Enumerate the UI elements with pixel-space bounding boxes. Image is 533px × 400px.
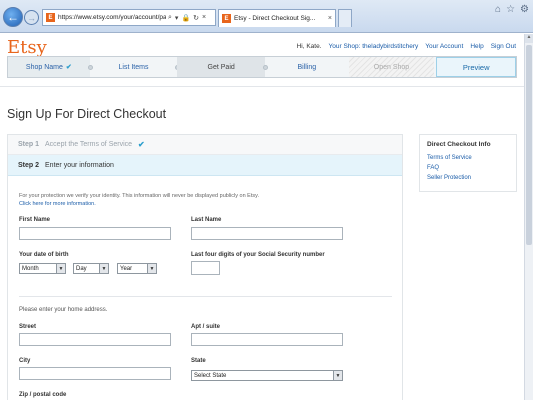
step-label: Shop Name xyxy=(25,63,63,71)
state-label: State xyxy=(191,358,206,364)
sign-out-link[interactable]: Sign Out xyxy=(491,43,516,50)
browser-toolbar: ← → E https://www.etsy.com/your/account/… xyxy=(0,0,533,33)
more-info-link[interactable]: Click here for more information. xyxy=(19,200,259,208)
settings-gear-icon[interactable]: ⚙ xyxy=(520,4,529,15)
city-field[interactable] xyxy=(19,367,171,380)
step-billing[interactable]: Billing xyxy=(265,57,349,77)
year-value: Year xyxy=(120,265,133,272)
year-select[interactable]: Year ▼ xyxy=(117,263,157,274)
your-shop-link[interactable]: Your Shop: theladybirdstitchery xyxy=(329,43,419,50)
state-value: Select State xyxy=(194,372,227,379)
street-field[interactable] xyxy=(19,333,171,346)
step-shop-name[interactable]: Shop Name ✔ xyxy=(8,57,93,77)
url-text: https://www.etsy.com/your/account/paymen… xyxy=(58,14,166,21)
step2-text: Enter your information xyxy=(45,161,114,169)
first-name-field[interactable] xyxy=(19,227,171,240)
section-divider xyxy=(19,296,392,297)
scroll-up-arrow-icon[interactable]: ▲ xyxy=(525,34,533,43)
stop-icon[interactable]: × xyxy=(202,14,206,22)
identity-note: For your protection we verify your ident… xyxy=(19,192,259,208)
chevron-down-icon: ▼ xyxy=(99,264,108,273)
lock-icon[interactable]: 🔒 xyxy=(181,14,190,22)
apt-field[interactable] xyxy=(191,333,343,346)
your-account-link[interactable]: Your Account xyxy=(425,43,463,50)
preview-button[interactable]: Preview xyxy=(436,57,516,77)
back-arrow-icon[interactable]: ← xyxy=(3,7,23,27)
home-icon[interactable]: ⌂ xyxy=(495,4,501,15)
step-list-items[interactable]: List Items xyxy=(90,57,181,77)
shop-setup-progress: Shop Name ✔ List Items Get Paid Billing … xyxy=(7,56,517,78)
form-step-2: Step 2 Enter your information xyxy=(8,155,402,176)
tab-title: Etsy - Direct Checkout Sig... xyxy=(234,15,316,22)
signup-form: Step 1 Accept the Terms of Service ✔ Ste… xyxy=(7,134,403,400)
identity-note-text: For your protection we verify your ident… xyxy=(19,193,259,199)
search-icon[interactable]: ⌕ xyxy=(168,14,172,22)
step-get-paid[interactable]: Get Paid xyxy=(177,57,268,77)
address-note: Please enter your home address. xyxy=(19,307,108,313)
close-tab-icon[interactable]: × xyxy=(328,15,332,22)
account-links: Hi, Kate. Your Shop: theladybirdstitcher… xyxy=(297,43,516,50)
vertical-scrollbar[interactable]: ▲ xyxy=(524,34,533,400)
day-value: Day xyxy=(76,265,87,272)
step2-number: Step 2 xyxy=(18,161,40,169)
refresh-icon[interactable]: ↻ xyxy=(193,14,199,22)
page-title: Sign Up For Direct Checkout xyxy=(7,107,167,121)
state-select[interactable]: Select State ▼ xyxy=(191,370,343,381)
ssn-label: Last four digits of your Social Security… xyxy=(191,252,325,258)
last-name-label: Last Name xyxy=(191,217,222,223)
step1-text: Accept the Terms of Service xyxy=(45,141,133,148)
page-content: Etsy Hi, Kate. Your Shop: theladybirdsti… xyxy=(0,34,524,400)
chevron-down-icon: ▼ xyxy=(56,264,65,273)
apt-label: Apt / suite xyxy=(191,324,221,330)
ssn-field[interactable] xyxy=(191,261,220,275)
help-link[interactable]: Help xyxy=(470,43,483,50)
seller-protection-link[interactable]: Seller Protection xyxy=(427,175,509,181)
preview-label: Preview xyxy=(462,62,490,72)
first-name-label: First Name xyxy=(19,217,51,223)
step1-number: Step 1 xyxy=(18,141,40,148)
month-select[interactable]: Month ▼ xyxy=(19,263,66,274)
header-divider xyxy=(0,86,524,87)
step-label: Get Paid xyxy=(207,63,235,71)
favorites-star-icon[interactable]: ☆ xyxy=(506,4,515,15)
browser-tab-etsy[interactable]: E Etsy - Direct Checkout Sig... × xyxy=(218,9,336,27)
month-value: Month xyxy=(22,265,39,272)
step-label: List Items xyxy=(118,63,149,71)
chevron-down-icon: ▼ xyxy=(147,264,156,273)
step-label: Billing xyxy=(297,63,317,71)
new-tab-button[interactable] xyxy=(338,9,352,27)
dropdown-icon[interactable]: ▾ xyxy=(175,14,179,22)
address-bar[interactable]: E https://www.etsy.com/your/account/paym… xyxy=(42,9,216,26)
step-label: Open Shop xyxy=(373,63,410,71)
info-title: Direct Checkout Info xyxy=(427,141,491,148)
etsy-favicon-icon: E xyxy=(46,13,55,22)
form-step-1[interactable]: Step 1 Accept the Terms of Service ✔ xyxy=(8,135,402,155)
dob-label: Your date of birth xyxy=(19,252,69,258)
city-label: City xyxy=(19,358,31,364)
day-select[interactable]: Day ▼ xyxy=(73,263,109,274)
greeting: Hi, Kate. xyxy=(296,43,322,50)
checkmark-icon: ✔ xyxy=(138,140,145,149)
etsy-favicon-icon: E xyxy=(222,14,231,23)
forward-arrow-icon[interactable]: → xyxy=(24,10,39,25)
terms-of-service-link[interactable]: Terms of Service xyxy=(427,155,509,161)
chevron-down-icon: ▼ xyxy=(333,371,342,380)
scroll-thumb[interactable] xyxy=(526,45,532,245)
faq-link[interactable]: FAQ xyxy=(427,165,509,171)
street-label: Street xyxy=(19,324,37,330)
step-open-shop: Open Shop xyxy=(348,57,435,77)
etsy-logo[interactable]: Etsy xyxy=(7,37,47,58)
last-name-field[interactable] xyxy=(191,227,343,240)
zip-label: Zip / postal code xyxy=(19,392,67,398)
direct-checkout-info: Direct Checkout Info Terms of Service FA… xyxy=(419,134,517,192)
checkmark-icon: ✔ xyxy=(65,64,72,71)
